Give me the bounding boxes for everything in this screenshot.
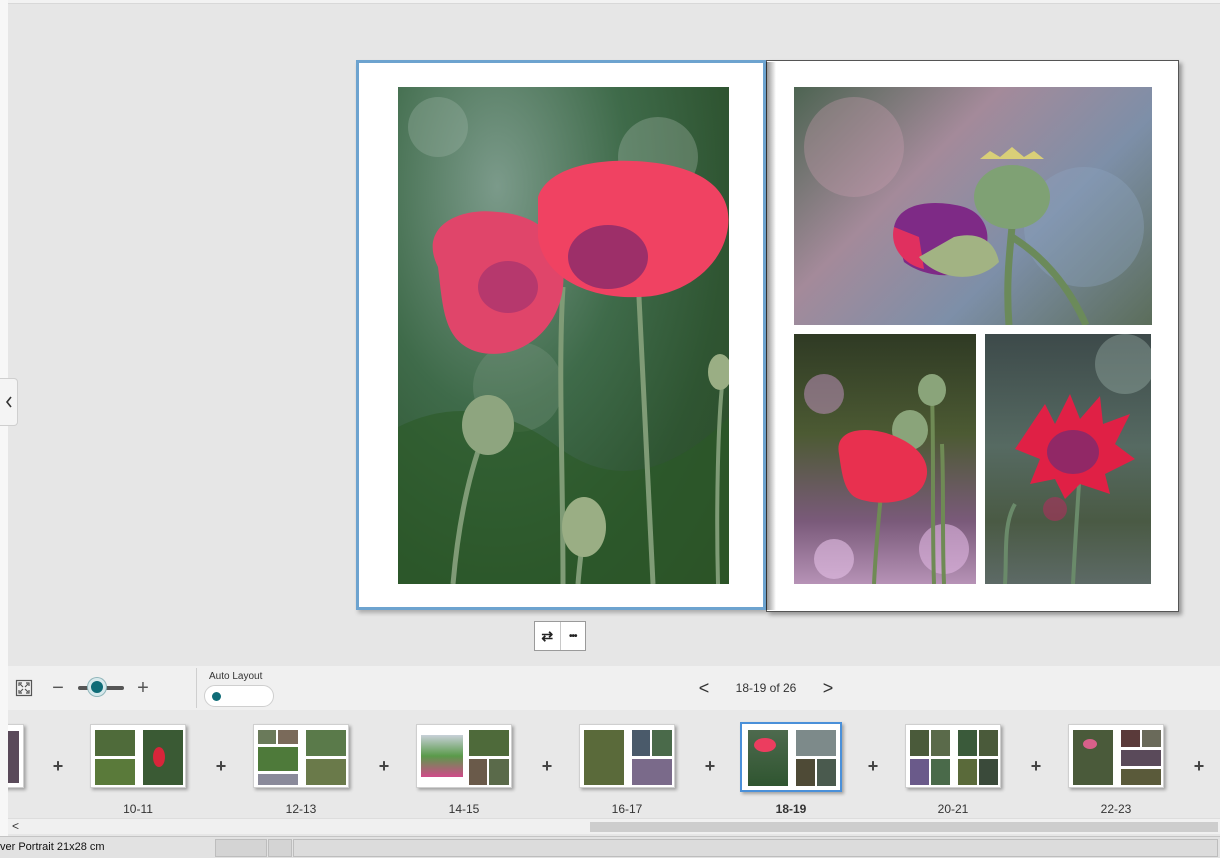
status-cell: [268, 839, 292, 857]
chevron-left-icon: [5, 396, 12, 408]
swap-pages-icon: ⇄: [541, 627, 554, 644]
thumbnail-label: 12-13: [285, 802, 317, 816]
swap-pages-button[interactable]: ⇄: [535, 622, 560, 650]
thumbnail-label: 20-21: [937, 802, 969, 816]
previous-page-button[interactable]: <: [694, 676, 714, 700]
add-page-button[interactable]: +: [1028, 756, 1044, 777]
toggle-knob: [212, 692, 221, 701]
add-page-button[interactable]: +: [865, 756, 881, 777]
page-indicator: 18-19 of 26: [735, 681, 797, 695]
thumbnail-label: 16-17: [611, 802, 643, 816]
thumbnail-label: 14-15: [448, 802, 480, 816]
toolbar-divider: [196, 668, 197, 708]
next-page-button[interactable]: >: [818, 676, 838, 700]
add-page-button[interactable]: +: [50, 756, 66, 777]
photo-fringed-poppy-bottom-right[interactable]: [985, 334, 1151, 584]
auto-layout-label: Auto Layout: [209, 671, 263, 682]
scrollbar-thumb[interactable]: [590, 822, 1218, 832]
thumbnail-label: 22-23: [1100, 802, 1132, 816]
thumbnail-label-active: 18-19: [775, 802, 807, 816]
photo-red-poppy-bottom-left[interactable]: [794, 334, 976, 584]
thumbnail-spread-14-15[interactable]: [416, 724, 512, 788]
add-page-button[interactable]: +: [213, 756, 229, 777]
zoom-in-button[interactable]: +: [133, 676, 153, 700]
thumbnail-spread-12-13[interactable]: [253, 724, 349, 788]
add-page-button[interactable]: +: [1191, 756, 1207, 777]
photo-poppies-main[interactable]: [398, 87, 729, 584]
add-page-button[interactable]: +: [376, 756, 392, 777]
thumbnail-spread-22-23[interactable]: [1068, 724, 1164, 788]
status-cell: [293, 839, 1218, 857]
zoom-out-button[interactable]: −: [48, 676, 68, 700]
spread-gutter: [766, 62, 776, 610]
fit-to-screen-button[interactable]: [14, 678, 34, 698]
status-cell: [215, 839, 267, 857]
more-options-icon: •••: [568, 630, 577, 642]
add-page-button[interactable]: +: [702, 756, 718, 777]
status-bar: ver Portrait 21x28 cm: [0, 836, 1220, 858]
thumbnail-spread-18-19[interactable]: [740, 722, 842, 792]
zoom-slider-knob[interactable]: [88, 678, 106, 696]
status-format-text: ver Portrait 21x28 cm: [0, 841, 105, 853]
thumbnail-spread-10-11[interactable]: [90, 724, 186, 788]
more-options-button[interactable]: •••: [559, 622, 586, 650]
page-thumbnail-strip: + 10-11 + 12-13 + 14-15 + 16-17 + 18-19 …: [8, 710, 1220, 818]
thumbnail-spread-20-21[interactable]: [905, 724, 1001, 788]
scroll-left-button[interactable]: <: [12, 819, 19, 833]
auto-layout-toggle[interactable]: [204, 685, 274, 707]
fit-to-screen-icon: [15, 679, 33, 697]
add-page-button[interactable]: +: [539, 756, 555, 777]
photo-poppy-bud-top[interactable]: [794, 87, 1152, 325]
thumbnail-label: 10-11: [123, 802, 153, 816]
thumbnail-spread-8-9[interactable]: [8, 724, 24, 788]
thumbnail-scrollbar[interactable]: <: [8, 818, 1220, 834]
collapse-panel-button[interactable]: [0, 378, 18, 426]
thumbnail-spread-16-17[interactable]: [579, 724, 675, 788]
bottom-toolbar: − + Auto Layout < 18-19 of 26 >: [8, 666, 1220, 710]
page-tools: ⇄ •••: [534, 621, 586, 651]
